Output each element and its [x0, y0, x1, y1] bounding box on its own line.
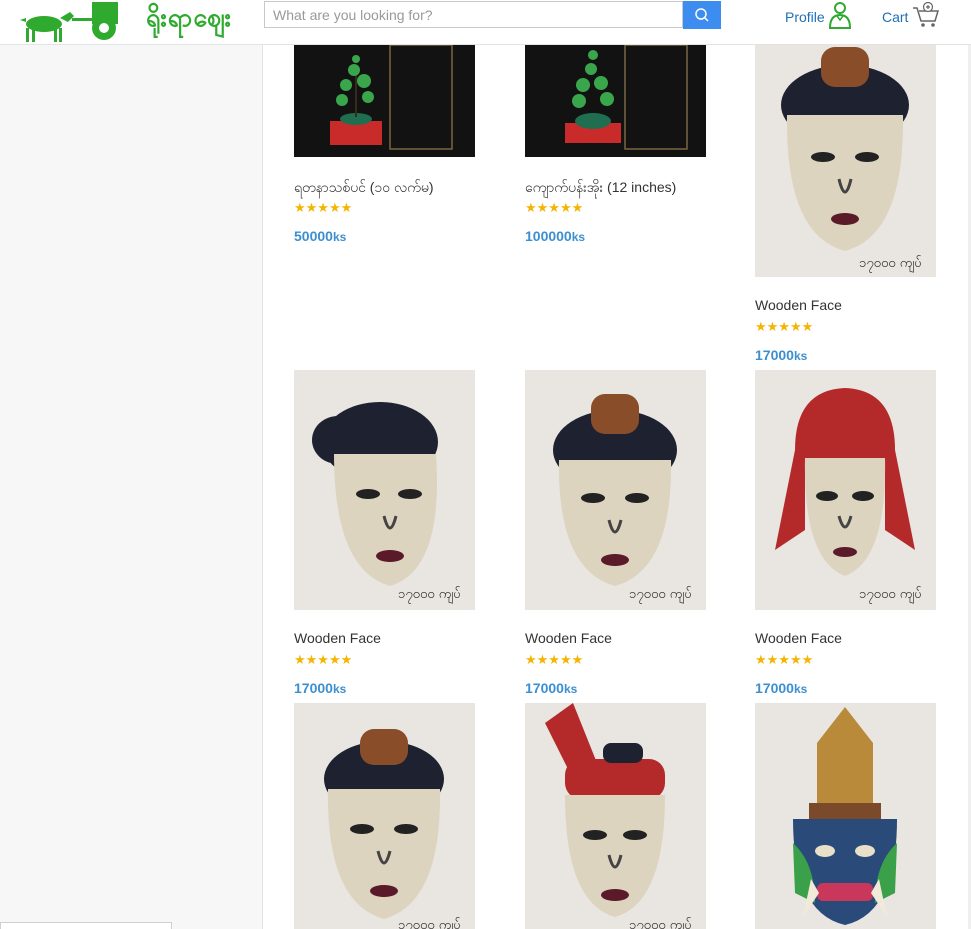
product-price: 100000ks [525, 228, 585, 244]
price-watermark: ၁၇၀၀၀ ကျပ် [859, 256, 922, 271]
price-value: 17000 [755, 680, 794, 696]
product-card[interactable] [755, 703, 936, 929]
product-name[interactable]: Wooden Face [525, 630, 612, 646]
product-image[interactable]: ၁၇၀၀၀ ကျပ် [755, 370, 936, 610]
price-currency: ks [793, 682, 808, 696]
search-input[interactable] [264, 1, 683, 28]
product-image[interactable]: ၁၇၀၀၀ ကျပ် [294, 703, 475, 929]
product-price: 17000ks [525, 680, 577, 696]
cart-link[interactable]: Cart [882, 2, 942, 28]
product-name[interactable]: ကျောက်ပန်းအိုး (12 inches) [525, 178, 676, 199]
search-button[interactable] [683, 1, 721, 29]
price-value: 17000 [525, 680, 564, 696]
rating-stars: ★★★★★ [525, 653, 584, 668]
product-card[interactable]: ၁၇၀၀၀ ကျပ် Wooden Face ★★★★★ 17000ks [755, 370, 936, 700]
price-watermark: ၁၇၀၀၀ ကျပ် [398, 918, 461, 929]
product-image[interactable]: ၁၇၀၀၀ ကျပ် [755, 45, 936, 277]
rating-stars: ★★★★★ [755, 320, 814, 335]
product-image[interactable]: ၁၇၀၀၀ ကျပ် [525, 370, 706, 610]
price-currency: ks [332, 230, 347, 244]
product-name[interactable]: ရတနာသစ်ပင် (၁၀ လက်မ) [294, 178, 434, 199]
price-currency: ks [571, 230, 586, 244]
site-logo[interactable]: ရိုးရာဈေး [18, 0, 238, 44]
product-name[interactable]: Wooden Face [294, 630, 381, 646]
price-watermark: ၁၇၀၀၀ ကျပ် [859, 587, 922, 602]
product-name[interactable]: Wooden Face [755, 630, 842, 646]
profile-label: Profile [785, 9, 825, 25]
site-header: ရိုးရာဈေး Profile Cart [0, 0, 971, 45]
price-watermark: ၁၇၀၀၀ ကျပ် [629, 918, 692, 929]
logo-text: ရိုးရာဈေး [146, 3, 232, 32]
product-card[interactable]: ရတနာသစ်ပင် (၁၀ လက်မ) ★★★★★ 50000ks [294, 45, 475, 255]
rating-stars: ★★★★★ [755, 653, 814, 668]
product-card[interactable]: ၁၇၀၀၀ ကျပ် [294, 703, 475, 929]
product-card[interactable]: ၁၇၀၀၀ ကျပ် Wooden Face ★★★★★ 17000ks [525, 370, 706, 700]
product-price: 17000ks [755, 680, 807, 696]
price-currency: ks [332, 682, 347, 696]
product-image[interactable]: ၁၇၀၀၀ ကျပ် [294, 370, 475, 610]
cart-label: Cart [882, 9, 909, 25]
shopping-cart-icon [913, 2, 940, 27]
rating-stars: ★★★★★ [294, 653, 353, 668]
product-card[interactable]: ၁၇၀၀၀ ကျပ် Wooden Face ★★★★★ 17000ks [755, 45, 936, 365]
sidebar [0, 45, 263, 929]
price-watermark: ၁၇၀၀၀ ကျပ် [629, 587, 692, 602]
search-icon [695, 8, 709, 22]
ox-cart-logo-icon [20, 2, 118, 42]
price-value: 100000 [525, 228, 572, 244]
product-card[interactable]: ကျောက်ပန်းအိုး (12 inches) ★★★★★ 100000k… [525, 45, 706, 255]
product-price: 50000ks [294, 228, 346, 244]
product-card[interactable]: ၁၇၀၀၀ ကျပ် [525, 703, 706, 929]
product-image[interactable] [755, 703, 936, 929]
product-image[interactable] [294, 45, 475, 157]
product-name[interactable]: Wooden Face [755, 297, 842, 313]
price-watermark: ၁၇၀၀၀ ကျပ် [398, 587, 461, 602]
product-image[interactable]: ၁၇၀၀၀ ကျပ် [525, 703, 706, 929]
price-value: 50000 [294, 228, 333, 244]
product-price: 17000ks [755, 347, 807, 363]
price-currency: ks [793, 349, 808, 363]
price-value: 17000 [294, 680, 333, 696]
rating-stars: ★★★★★ [525, 201, 584, 216]
profile-link[interactable]: Profile [785, 2, 855, 29]
price-currency: ks [563, 682, 578, 696]
product-price: 17000ks [294, 680, 346, 696]
rating-stars: ★★★★★ [294, 201, 353, 216]
product-image[interactable] [525, 45, 706, 157]
price-value: 17000 [755, 347, 794, 363]
sidebar-widget-edge[interactable] [0, 922, 172, 929]
user-icon [828, 2, 852, 29]
product-card[interactable]: ၁၇၀၀၀ ကျပ် Wooden Face ★★★★★ 17000ks [294, 370, 475, 700]
